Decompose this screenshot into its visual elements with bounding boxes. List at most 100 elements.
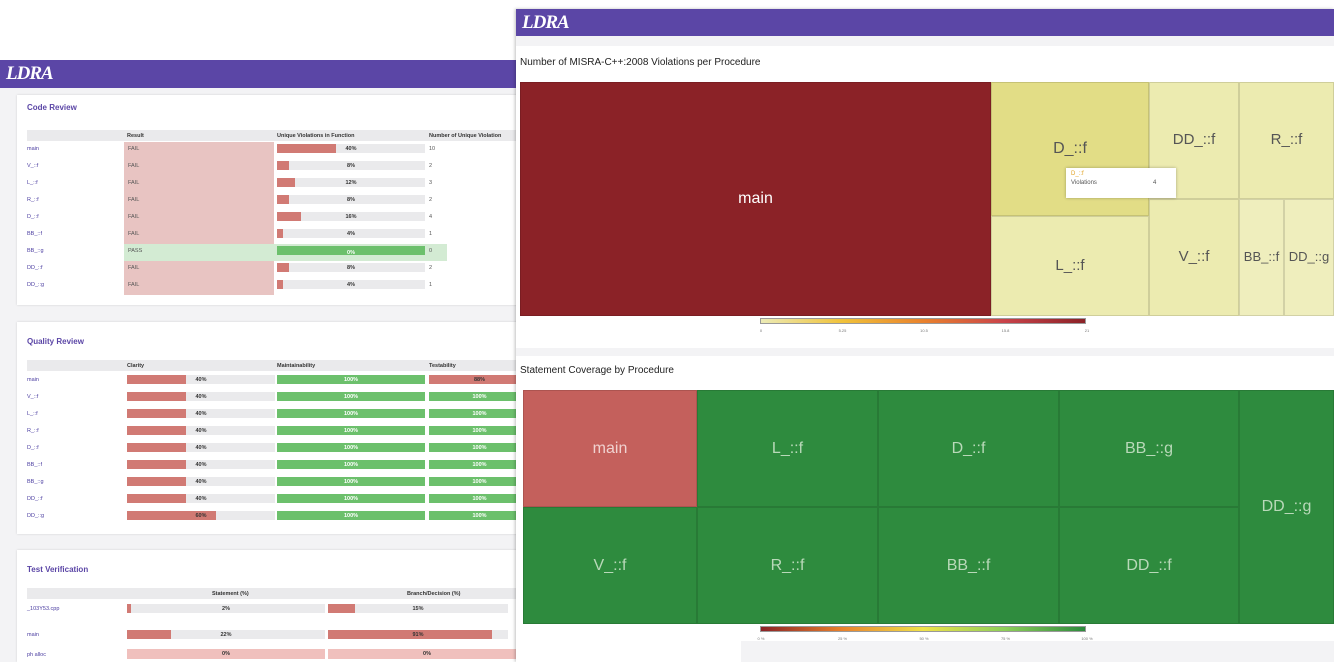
procedure-link[interactable]: main: [27, 632, 39, 638]
treemap-cell[interactable]: BB_::f: [878, 507, 1059, 624]
bar-label: 4%: [347, 231, 355, 237]
maintainability-bar: 100%: [277, 460, 425, 469]
procedure-link[interactable]: BB_::g: [27, 248, 44, 254]
procedure-link[interactable]: R_::f: [27, 197, 39, 203]
violation-count: 3: [429, 180, 433, 186]
branch-bar: 0%: [328, 649, 526, 659]
legend-tick: 21: [1084, 328, 1090, 333]
maintainability-bar: 100%: [277, 409, 425, 418]
clarity-bar: 40%: [127, 494, 275, 503]
bar-label: 8%: [347, 197, 355, 203]
clarity-bar: 40%: [127, 409, 275, 418]
result-text: FAIL: [128, 163, 140, 169]
bar-label: 0%: [347, 250, 355, 256]
violations-bar: 8%: [277, 195, 425, 204]
table-row: BB_::f FAIL 4% 1: [27, 227, 520, 244]
procedure-link[interactable]: main: [27, 377, 39, 383]
procedure-link[interactable]: V_::f: [27, 394, 38, 400]
header-gap: [516, 36, 1334, 46]
table-row: _103Y53.cpp 2% 15%: [27, 602, 520, 617]
treemap-cell[interactable]: L_::f: [991, 216, 1149, 316]
treemap-cell[interactable]: DD_::f: [1059, 507, 1239, 624]
result-cell: FAIL: [124, 159, 274, 176]
test-verification-panel: Test Verification Statement (%) Branch/D…: [17, 550, 520, 662]
result-cell: FAIL: [124, 278, 274, 295]
legend-tick: 15.8: [1001, 328, 1010, 333]
treemap-cell[interactable]: BB_::f: [1239, 199, 1284, 316]
bottom-area: [741, 641, 1334, 662]
bar-label: 100%: [472, 394, 487, 400]
bar-label: 8%: [347, 163, 355, 169]
branch-bar: 91%: [328, 630, 508, 639]
procedure-link[interactable]: DD_::f: [27, 265, 43, 271]
procedure-link[interactable]: L_::f: [27, 411, 38, 417]
treemap-cell[interactable]: R_::f: [1239, 82, 1334, 199]
procedure-link[interactable]: DD_::f: [27, 496, 43, 502]
procedure-link[interactable]: BB_::f: [27, 231, 42, 237]
procedure-link[interactable]: D_::f: [27, 214, 39, 220]
bar-label: 100%: [472, 479, 487, 485]
violation-count: 1: [429, 231, 433, 237]
treemap-cell[interactable]: L_::f: [697, 390, 878, 507]
procedure-link[interactable]: BB_::g: [27, 479, 44, 485]
procedure-link[interactable]: L_::f: [27, 180, 38, 186]
table-row: R_::f 40% 100% 100%: [27, 424, 520, 439]
violation-count: 2: [429, 265, 433, 271]
violation-count: 10: [429, 146, 436, 152]
table-header: Result Unique Violations in Function Num…: [27, 130, 520, 141]
bar-label: 0%: [222, 651, 230, 657]
table-row: L_::f FAIL 12% 3: [27, 176, 520, 193]
treemap-cell[interactable]: V_::f: [523, 507, 697, 624]
statement-bar: 0%: [127, 649, 325, 659]
procedure-link[interactable]: BB_::f: [27, 462, 42, 468]
report-window: LDRA Code Review Result Unique Violation…: [0, 60, 520, 662]
table-header: Statement (%) Branch/Decision (%): [27, 588, 520, 599]
bar-label: 40%: [345, 146, 357, 152]
brand-logo: LDRA: [516, 9, 1334, 36]
procedure-link[interactable]: _103Y53.cpp: [27, 606, 59, 612]
treemap-cell[interactable]: main: [523, 390, 697, 507]
bar-label: 40%: [195, 377, 207, 383]
clarity-bar: 40%: [127, 443, 275, 452]
testability-bar: 100%: [429, 426, 520, 435]
treemap-cell[interactable]: D_::f: [878, 390, 1059, 507]
treemap-cell[interactable]: DD_::g: [1239, 390, 1334, 624]
table-row: DD_::g FAIL 4% 1: [27, 278, 520, 295]
bar-label: 22%: [220, 632, 232, 638]
violations-bar: 4%: [277, 229, 425, 238]
brand-logo: LDRA: [0, 60, 520, 88]
result-cell: FAIL: [124, 261, 274, 278]
clarity-bar: 40%: [127, 375, 275, 384]
tooltip-label: Violations: [1071, 180, 1097, 186]
table-row: V_::f FAIL 8% 2: [27, 159, 520, 176]
treemap-cell[interactable]: R_::f: [697, 507, 878, 624]
procedure-link[interactable]: D_::f: [27, 445, 39, 451]
bar-label: 0%: [423, 651, 431, 657]
violations-bar: 40%: [277, 144, 425, 153]
result-text: PASS: [128, 248, 143, 254]
legend-tick: 0: [759, 328, 763, 333]
bar-label: 100%: [343, 445, 359, 451]
table-row: D_::f FAIL 16% 4: [27, 210, 520, 227]
bar-label: 100%: [343, 513, 359, 519]
treemap-cell[interactable]: main: [520, 82, 991, 316]
table-row: main FAIL 40% 10: [27, 142, 520, 159]
procedure-link[interactable]: V_::f: [27, 163, 38, 169]
result-cell: FAIL: [124, 210, 274, 227]
maintainability-bar: 100%: [277, 477, 425, 486]
result-text: FAIL: [128, 231, 140, 237]
testability-bar: 100%: [429, 477, 520, 486]
procedure-link[interactable]: DD_::g: [27, 513, 44, 519]
treemap-cell[interactable]: V_::f: [1149, 199, 1239, 316]
bar-label: 60%: [195, 513, 207, 519]
treemap-cell[interactable]: BB_::g: [1059, 390, 1239, 507]
table-row: V_::f 40% 100% 100%: [27, 390, 520, 405]
procedure-link[interactable]: DD_::g: [27, 282, 44, 288]
procedure-link[interactable]: R_::f: [27, 428, 39, 434]
treemap-cell[interactable]: DD_::g: [1284, 199, 1334, 316]
procedure-link[interactable]: main: [27, 146, 39, 152]
procedure-link[interactable]: ph alloc: [27, 652, 46, 658]
violations-treemap: main D_::f DD_::f R_::f L_::f V_::f BB_::f DD_:…: [520, 82, 1334, 316]
table-row: DD_::f FAIL 8% 2: [27, 261, 520, 278]
maintainability-bar: 100%: [277, 511, 425, 520]
